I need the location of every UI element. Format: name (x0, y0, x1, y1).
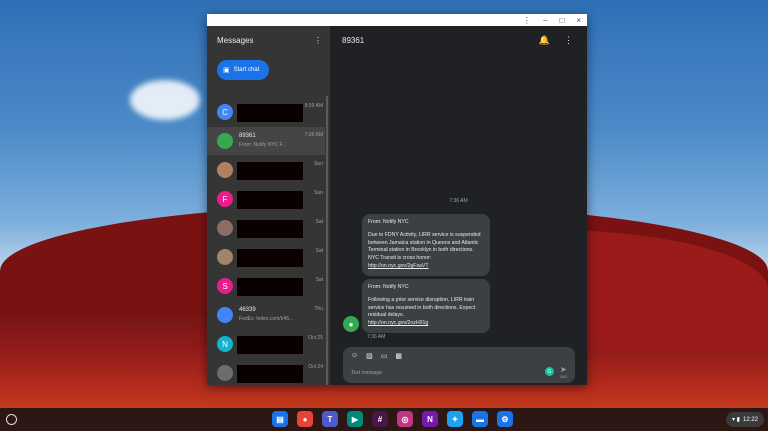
grammarly-icon[interactable]: G (545, 367, 554, 376)
bell-icon[interactable]: 🔔 (539, 35, 550, 46)
messages-window: ⋮ − □ × Messages ⋮ ▣ Start chat C 8:39 AM… (207, 14, 587, 385)
contact-avatar: N (217, 336, 233, 352)
conversation-time: Sat (315, 277, 323, 283)
minimize-icon[interactable]: − (543, 16, 548, 25)
settings-app-icon[interactable]: ⚙ (497, 411, 513, 427)
contact-avatar (217, 365, 233, 381)
image-icon[interactable]: ▩ (395, 352, 402, 360)
compose-box: ☺ ▨ ▭ ▩ Text message G ➤ SMS (343, 347, 575, 383)
emoji-icon[interactable]: ☺ (351, 352, 358, 360)
window-menu-icon[interactable]: ⋮ (523, 16, 531, 25)
message-timestamp: 7:36 AM (449, 198, 468, 204)
message-bubble[interactable]: From: Notify NYC Due to FDNY Activity, L… (362, 214, 490, 276)
messages-app-icon[interactable]: ▬ (472, 411, 488, 427)
conversation-item[interactable]: F Sun (207, 185, 325, 213)
person-icon: ● (348, 319, 354, 329)
message-time: 7:36 AM (367, 334, 386, 340)
conversation-time: 7:36 AM (304, 132, 323, 138)
conversation-time: Sun (314, 161, 323, 167)
start-chat-button[interactable]: ▣ Start chat (217, 60, 269, 80)
clock: 12:22 (742, 416, 758, 423)
contact-avatar: S (217, 278, 233, 294)
onenote-app-icon[interactable]: N (422, 411, 438, 427)
redacted-preview (237, 220, 303, 238)
conversation-preview: From: Notify NYC F... (239, 142, 287, 148)
conversation-preview: FedEx: fedex.com/t/45... (239, 316, 294, 322)
instagram-app-icon[interactable]: ◎ (397, 411, 413, 427)
contact-avatar (217, 133, 233, 149)
sidebar-scrollbar[interactable] (326, 96, 328, 385)
sender-avatar[interactable]: ● (343, 316, 359, 332)
redacted-preview (237, 336, 303, 354)
message-body: Due to FDNY Activity, LIRR service is su… (368, 231, 481, 269)
conversation-name: 89361 (239, 133, 256, 139)
contact-avatar (217, 220, 233, 236)
contact-avatar: C (217, 104, 233, 120)
message-bubble[interactable]: From: Notify NYC Following a prior servi… (362, 279, 490, 333)
redacted-preview (237, 104, 303, 122)
conversation-item[interactable]: S Sat (207, 272, 325, 300)
conversation-item[interactable]: Oct 24 (207, 359, 325, 385)
conversation-item[interactable]: Sat (207, 214, 325, 242)
teams-app-icon[interactable]: T (322, 411, 338, 427)
wifi-battery-icon: ▾ ▮ (732, 417, 740, 423)
chat-icon: ▣ (223, 67, 230, 74)
text-message-input[interactable]: Text message (351, 370, 382, 376)
conversation-header: 89361 🔔 ⋮ (330, 26, 587, 54)
message-sender: From: Notify NYC (368, 284, 409, 290)
sms-label: SMS (560, 375, 568, 379)
conversation-time: Thu (314, 306, 323, 312)
redacted-preview (237, 278, 303, 296)
pinned-apps: ▤ ● T ▶ # ◎ N ✦ ▬ ⚙ (272, 411, 513, 427)
meet-app-icon[interactable]: ▶ (347, 411, 363, 427)
send-icon[interactable]: ➤ (560, 365, 567, 374)
conversation-item[interactable]: Sat (207, 243, 325, 271)
files-app-icon[interactable]: ▤ (272, 411, 288, 427)
conversation-item[interactable]: C 8:39 AM (207, 98, 325, 126)
slack-app-icon[interactable]: # (372, 411, 388, 427)
contact-avatar: F (217, 191, 233, 207)
twitter-app-icon[interactable]: ✦ (447, 411, 463, 427)
message-link[interactable]: http://on.nyc.gov/2gFsaVT (368, 263, 429, 269)
conversation-name: 46339 (239, 307, 256, 313)
conversation-item[interactable]: Sun (207, 156, 325, 184)
chrome-app-icon[interactable]: ● (297, 411, 313, 427)
sticker-icon[interactable]: ▨ (366, 352, 373, 360)
window-titlebar: ⋮ − □ × (207, 14, 587, 26)
conversation-time: Sat (315, 248, 323, 254)
redacted-preview (237, 249, 303, 267)
more-options-icon[interactable]: ⋮ (564, 35, 573, 46)
start-chat-label: Start chat (233, 67, 260, 73)
conversation-item[interactable]: 89361 From: Notify NYC F... 7:36 AM (207, 127, 325, 155)
conversation-sidebar: Messages ⋮ ▣ Start chat C 8:39 AM 89361 Fro… (207, 26, 330, 385)
redacted-preview (237, 162, 303, 180)
message-link[interactable]: http://on.nyc.gov/2ozH91g (368, 320, 428, 326)
contact-avatar (217, 307, 233, 323)
conversation-item[interactable]: 46339 FedEx: fedex.com/t/45... Thu (207, 301, 325, 329)
gif-icon[interactable]: ▭ (381, 352, 388, 360)
conversation-item[interactable]: N Oct 25 (207, 330, 325, 358)
conversation-time: Sun (314, 190, 323, 196)
sidebar-header: Messages ⋮ (207, 26, 330, 54)
conversation-title: 89361 (342, 35, 365, 45)
conversation-time: Oct 25 (308, 335, 323, 341)
more-options-icon[interactable]: ⋮ (314, 36, 322, 45)
redacted-preview (237, 191, 303, 209)
chromeos-shelf: ▤ ● T ▶ # ◎ N ✦ ▬ ⚙ ▾ ▮ 12:22 (0, 408, 768, 431)
message-sender: From: Notify NYC (368, 219, 409, 225)
contact-avatar (217, 162, 233, 178)
close-icon[interactable]: × (576, 16, 581, 25)
conversation-time: Oct 24 (308, 364, 323, 370)
app-title: Messages (217, 35, 254, 45)
status-tray[interactable]: ▾ ▮ 12:22 (726, 412, 764, 427)
maximize-icon[interactable]: □ (559, 16, 564, 25)
conversation-time: Sat (315, 219, 323, 225)
conversation-pane: 89361 🔔 ⋮ 7:36 AM From: Notify NYC Due t… (330, 26, 587, 385)
redacted-preview (237, 365, 303, 383)
message-body: Following a prior service disruption, LI… (368, 296, 476, 327)
contact-avatar (217, 249, 233, 265)
launcher-button[interactable] (6, 414, 17, 425)
conversation-time: 8:39 AM (304, 103, 323, 109)
wallpaper-cloud (130, 80, 200, 120)
